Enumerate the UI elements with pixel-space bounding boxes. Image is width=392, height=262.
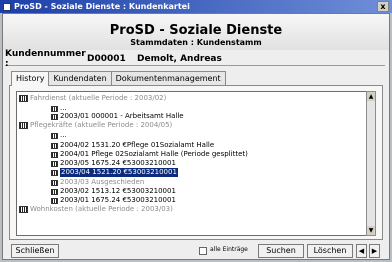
tree-item-label: 2003/04 1521.20 €53003210001	[60, 168, 178, 177]
tree-item-label: 2003/01 000001 - Arbeitsamt Halle	[60, 112, 184, 120]
tab-dokumentenmanagement[interactable]: Dokumentenmanagement	[110, 71, 226, 85]
customer-name: Demolt, Andreas	[137, 53, 222, 64]
app-icon	[3, 2, 11, 11]
title-bar: ProSD - Soziale Dienste : Kundenkartei x	[0, 0, 392, 13]
app-title: ProSD - Soziale Dienste	[109, 23, 283, 38]
customer-row: Kundennummer : D00001 Demolt, Andreas	[5, 48, 385, 69]
tree-group-label: Fahrdienst (aktuelle Periode : 2003/02)	[30, 94, 167, 102]
record-icon	[51, 132, 58, 139]
tab-history[interactable]: History	[11, 71, 50, 86]
form-subtitle: Stammdaten : Kundenstamm	[130, 38, 262, 47]
record-icon	[51, 142, 58, 149]
record-icon	[51, 105, 58, 112]
previous-record-icon[interactable]: ◀	[356, 244, 367, 258]
tree-item-label: 2003/01 1675.24 €53003210001	[60, 196, 176, 204]
tree-item[interactable]: 2004/02 1531.20 €Pflege 01Sozialamt Hall…	[51, 141, 214, 150]
tree-item[interactable]: 2003/02 1513.12 €53003210001	[51, 187, 176, 196]
folder-icon	[19, 95, 28, 102]
tree-item[interactable]: 2004/01 Pflege 02Sozialamt Halle (Period…	[51, 150, 248, 159]
record-icon	[51, 160, 58, 167]
history-tree[interactable]: Fahrdienst (aktuelle Periode : 2003/02) …	[16, 91, 368, 236]
record-icon	[51, 197, 58, 204]
tree-item[interactable]: ...	[51, 131, 67, 140]
tree-scrollbar[interactable]: ▲ ▼	[366, 91, 376, 236]
tab-kundendaten[interactable]: Kundendaten	[48, 71, 112, 85]
tree-group-pflege[interactable]: Pflegekräfte (aktuelle Periode : 2004/05…	[19, 121, 172, 130]
tree-item-label: 2004/01 Pflege 02Sozialamt Halle (Period…	[60, 150, 248, 158]
tree-group-label: Pflegekräfte (aktuelle Periode : 2004/05…	[30, 121, 173, 129]
search-button[interactable]: Suchen	[258, 244, 304, 258]
tree-group-fahrdienst[interactable]: Fahrdienst (aktuelle Periode : 2003/02)	[19, 94, 166, 103]
header: ProSD - Soziale Dienste Stammdaten : Kun…	[3, 14, 389, 50]
tree-item[interactable]: 2003/01 000001 - Arbeitsamt Halle	[51, 112, 184, 121]
tree-item-label: 2003/05 1675.24 €53003210001	[60, 159, 176, 167]
record-icon	[51, 169, 58, 176]
customer-number-label: Kundennummer :	[5, 48, 86, 69]
scroll-down-icon[interactable]: ▼	[367, 226, 375, 235]
all-entries-label: alle Einträge	[210, 246, 248, 253]
history-panel: Fahrdienst (aktuelle Periode : 2003/02) …	[9, 85, 383, 240]
record-icon	[51, 179, 58, 186]
tree-item[interactable]: 2003/01 1675.24 €53003210001	[51, 196, 176, 205]
folder-icon	[19, 206, 28, 213]
tree-item[interactable]: 2003/05 1675.24 €53003210001	[51, 159, 176, 168]
delete-button[interactable]: Löschen	[307, 244, 353, 258]
tab-bar: History Kundendaten Dokumentenmanagement	[11, 71, 226, 86]
customer-number: D00001	[87, 53, 126, 64]
all-entries-checkbox[interactable]	[199, 247, 207, 255]
next-record-icon[interactable]: ▶	[369, 244, 380, 258]
tree-group-wohnkosten[interactable]: Wohnkosten (aktuelle Periode : 2003/03)	[19, 205, 173, 214]
tree-item-selected[interactable]: 2003/04 1521.20 €53003210001	[51, 168, 178, 177]
tree-item-label: 2003/03 Ausgeschieden	[60, 178, 145, 186]
record-icon	[51, 151, 58, 158]
close-button[interactable]: Schließen	[11, 244, 59, 258]
footer-bar: Schließen alle Einträge Suchen Löschen ◀…	[3, 243, 389, 260]
window-title: ProSD - Soziale Dienste : Kundenkartei	[14, 2, 190, 11]
record-icon	[51, 113, 58, 120]
tree-item-label: ...	[60, 131, 67, 139]
tree-item-label: 2004/02 1531.20 €Pflege 01Sozialamt Hall…	[60, 141, 215, 149]
scroll-up-icon[interactable]: ▲	[367, 92, 375, 101]
tree-group-label: Wohnkosten (aktuelle Periode : 2003/03)	[30, 205, 173, 213]
close-window-button[interactable]: x	[377, 1, 389, 12]
tree-item-label: 2003/02 1513.12 €53003210001	[60, 187, 176, 195]
record-icon	[51, 188, 58, 195]
folder-icon	[19, 122, 28, 129]
app-window: ProSD - Soziale Dienste Stammdaten : Kun…	[2, 13, 390, 260]
tree-item[interactable]: 2003/03 Ausgeschieden	[51, 178, 144, 187]
